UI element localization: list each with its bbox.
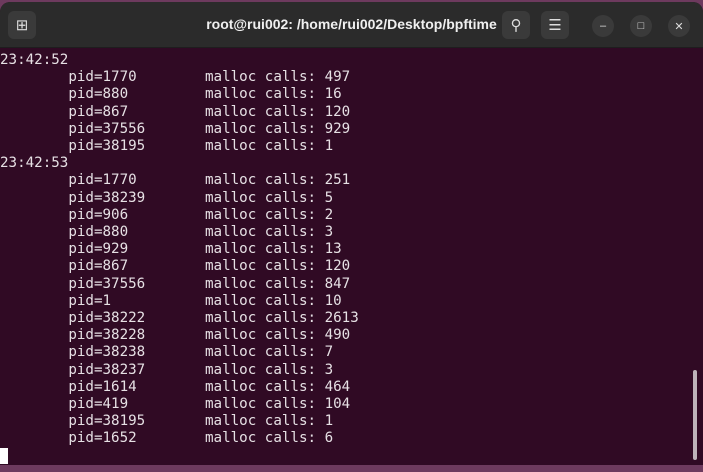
minimize-button[interactable]: –: [592, 15, 614, 37]
terminal-window: ⊞ root@rui002: /home/rui002/Desktop/bpft…: [0, 2, 703, 465]
scrollbar[interactable]: [693, 370, 697, 460]
timestamp: 23:42:53: [0, 155, 69, 172]
hamburger-menu-icon: ☰: [548, 17, 562, 34]
output-line: pid=37556 malloc calls: 847: [0, 275, 351, 292]
output-line: pid=1770 malloc calls: 497: [0, 69, 351, 86]
output-line: pid=1770 malloc calls: 251: [0, 172, 351, 189]
output-line: pid=38237 malloc calls: 3: [0, 361, 334, 378]
output-line: pid=867 malloc calls: 120: [0, 103, 351, 120]
minimize-icon: –: [599, 20, 607, 32]
maximize-button[interactable]: □: [630, 15, 652, 37]
close-button[interactable]: ✕: [668, 15, 690, 37]
output-line: pid=38228 malloc calls: 490: [0, 327, 351, 344]
output-line: pid=38222 malloc calls: 2613: [0, 310, 359, 327]
close-icon: ✕: [674, 20, 684, 33]
output-line: pid=880 malloc calls: 16: [0, 86, 342, 103]
output-line: pid=38239 malloc calls: 5: [0, 189, 334, 206]
output-line: pid=37556 malloc calls: 929: [0, 120, 351, 137]
output-line: pid=1652 malloc calls: 6: [0, 430, 334, 447]
output-line: pid=419 malloc calls: 104: [0, 396, 351, 413]
menu-button[interactable]: ☰: [541, 11, 569, 39]
output-line: pid=867 malloc calls: 120: [0, 258, 351, 275]
output-line: pid=1614 malloc calls: 464: [0, 378, 351, 395]
output-line: pid=880 malloc calls: 3: [0, 224, 334, 241]
timestamp: 23:42:52: [0, 52, 69, 68]
output-line: pid=38238 malloc calls: 7: [0, 344, 334, 361]
search-button[interactable]: ⚲: [502, 11, 530, 39]
terminal-output[interactable]: 23:42:52 pid=1770 malloc calls: 497 pid=…: [0, 52, 689, 465]
output-line: pid=38195 malloc calls: 1: [0, 138, 334, 155]
text-cursor: [0, 447, 8, 464]
search-icon: ⚲: [510, 17, 522, 34]
output-line: pid=38195 malloc calls: 1: [0, 413, 334, 430]
output-line: pid=906 malloc calls: 2: [0, 206, 334, 223]
output-line: pid=1 malloc calls: 10: [0, 292, 342, 309]
maximize-icon: □: [637, 20, 645, 32]
output-line: pid=929 malloc calls: 13: [0, 241, 342, 258]
title-bar: ⊞ root@rui002: /home/rui002/Desktop/bpft…: [0, 2, 703, 48]
